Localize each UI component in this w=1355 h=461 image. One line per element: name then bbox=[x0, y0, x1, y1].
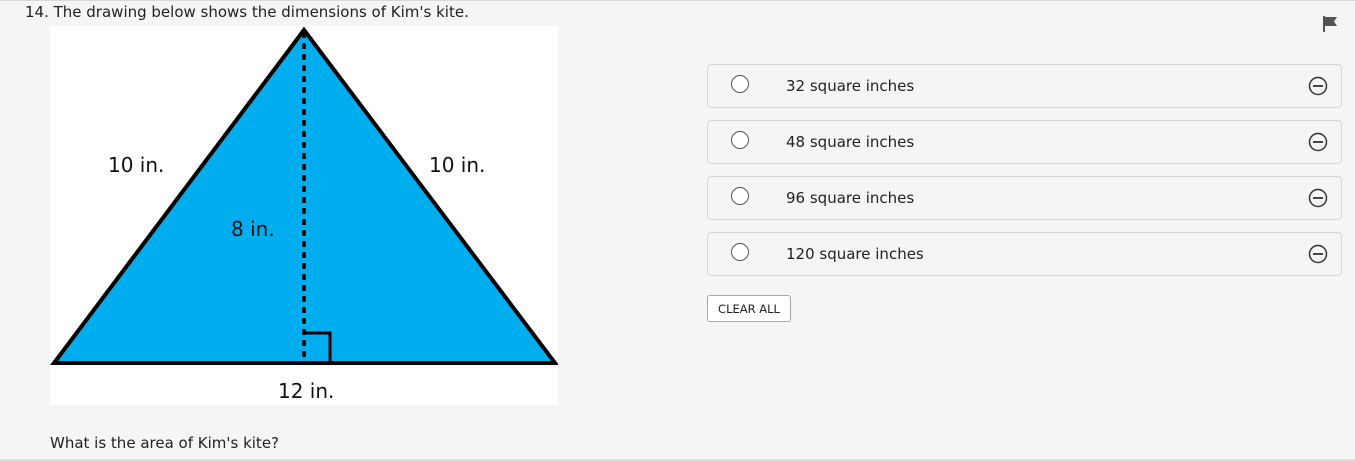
eliminate-option-icon[interactable] bbox=[1308, 188, 1328, 208]
choice-label: 120 square inches bbox=[786, 245, 924, 263]
triangle-diagram bbox=[50, 26, 558, 365]
flag-icon[interactable] bbox=[1320, 14, 1340, 34]
eliminate-option-icon[interactable] bbox=[1308, 76, 1328, 96]
answer-choice[interactable]: 120 square inches bbox=[707, 232, 1342, 276]
radio-button[interactable] bbox=[731, 187, 749, 205]
base-label: 12 in. bbox=[278, 379, 335, 403]
height-label: 8 in. bbox=[231, 217, 275, 241]
choice-label: 96 square inches bbox=[786, 189, 915, 207]
answer-choice[interactable]: 48 square inches bbox=[707, 120, 1342, 164]
left-side-label: 10 in. bbox=[108, 153, 165, 177]
radio-button[interactable] bbox=[731, 243, 749, 261]
choice-label: 32 square inches bbox=[786, 77, 915, 95]
clear-all-button[interactable]: CLEAR ALL bbox=[707, 295, 791, 322]
radio-button[interactable] bbox=[731, 75, 749, 93]
right-side-label: 10 in. bbox=[429, 153, 486, 177]
top-divider bbox=[0, 0, 1355, 1]
choice-label: 48 square inches bbox=[786, 133, 915, 151]
question-prompt: What is the area of Kim's kite? bbox=[50, 434, 280, 452]
kite-figure: 10 in. 10 in. 8 in. 12 in. bbox=[50, 26, 558, 405]
answer-choice[interactable]: 32 square inches bbox=[707, 64, 1342, 108]
radio-button[interactable] bbox=[731, 131, 749, 149]
answer-choice[interactable]: 96 square inches bbox=[707, 176, 1342, 220]
eliminate-option-icon[interactable] bbox=[1308, 132, 1328, 152]
eliminate-option-icon[interactable] bbox=[1308, 244, 1328, 264]
question-title: 14. The drawing below shows the dimensio… bbox=[25, 3, 469, 21]
